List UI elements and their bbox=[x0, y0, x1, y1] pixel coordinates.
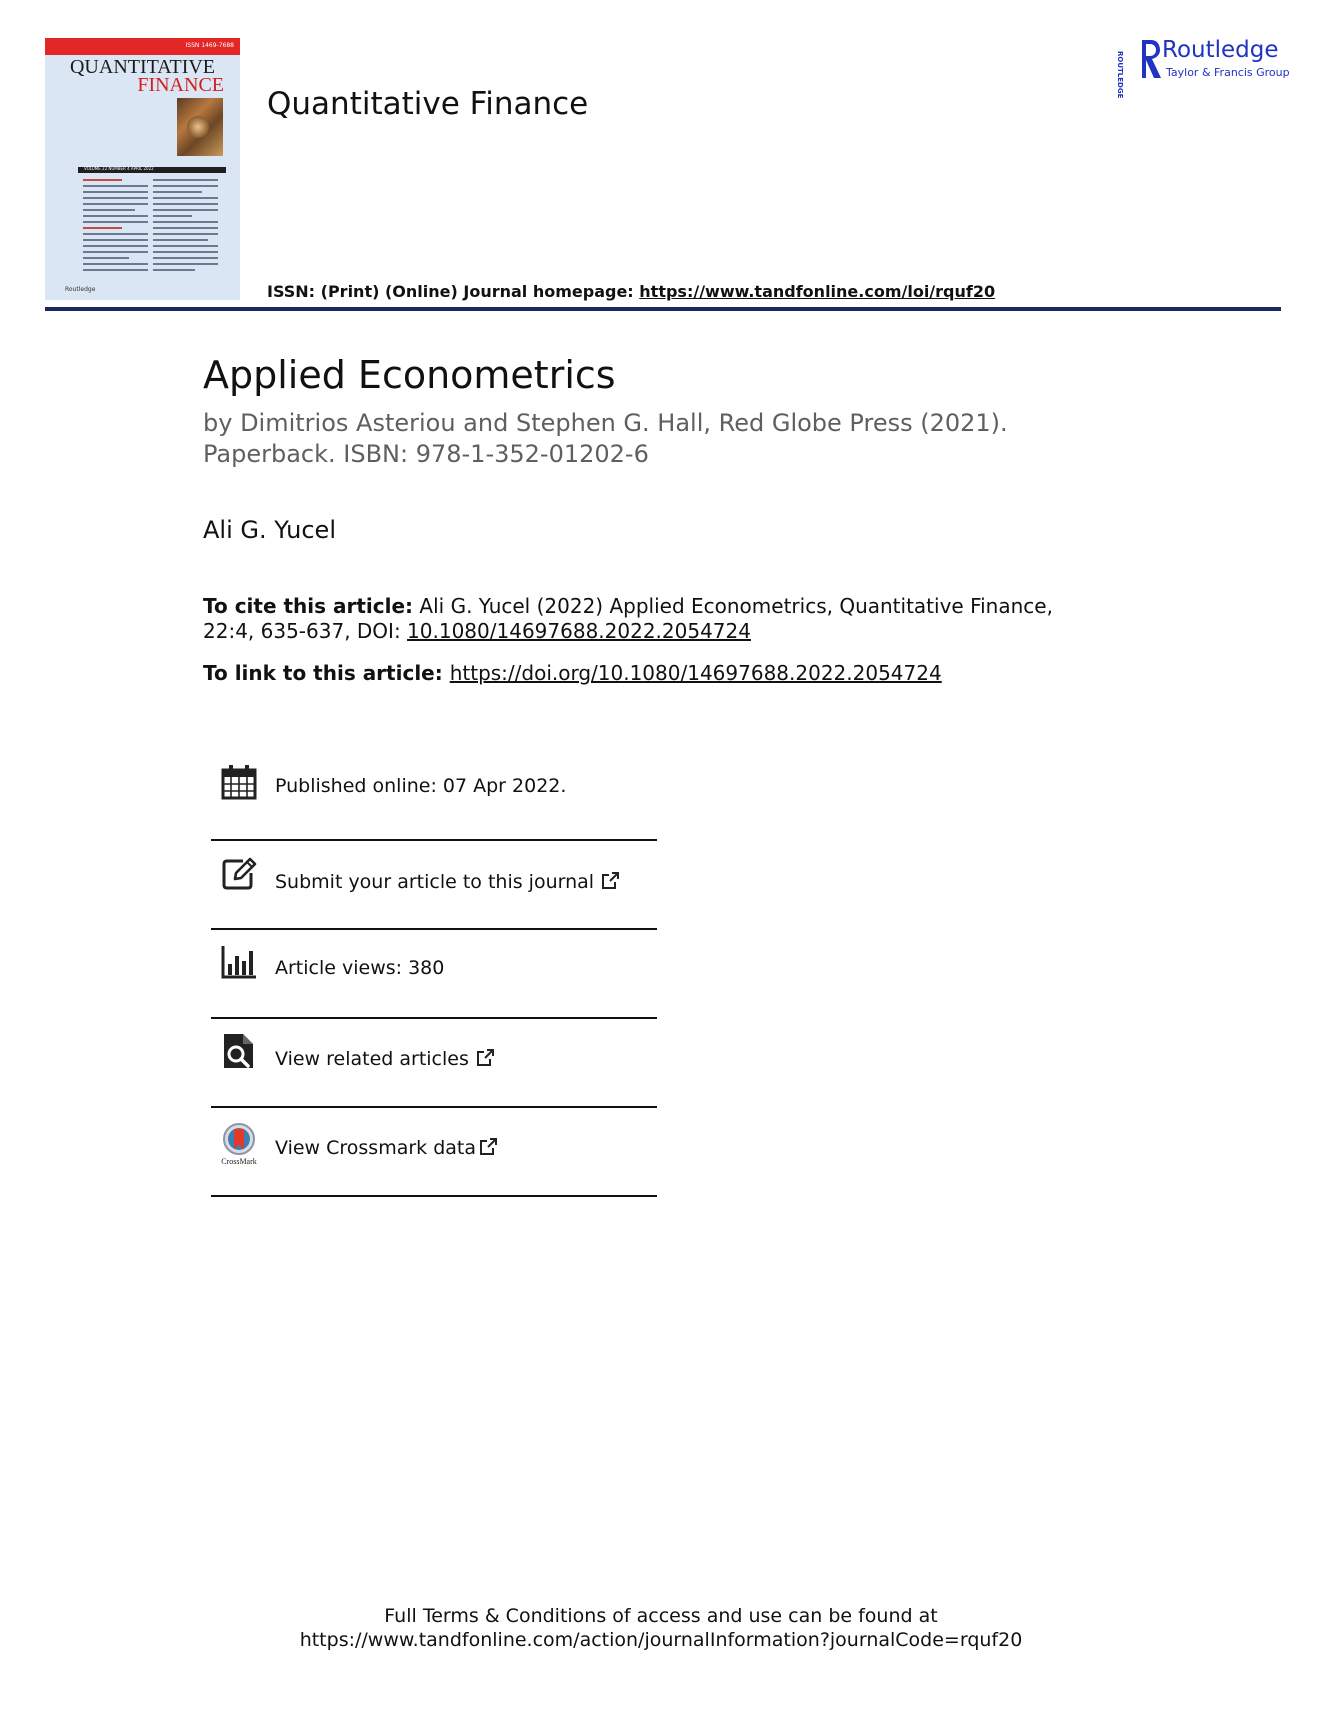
article-author: Ali G. Yucel bbox=[203, 516, 336, 544]
doi-link[interactable]: 10.1080/14697688.2022.2054724 bbox=[407, 619, 751, 643]
crossmark-logo-text: CrossMark bbox=[221, 1157, 257, 1166]
header-divider bbox=[45, 307, 1281, 311]
article-subtitle-line1: by Dimitrios Asteriou and Stephen G. Hal… bbox=[203, 409, 1008, 437]
related-articles-label: View related articles bbox=[275, 1048, 469, 1070]
terms-url[interactable]: https://www.tandfonline.com/action/journ… bbox=[0, 1628, 1322, 1652]
routledge-r-icon bbox=[1142, 40, 1161, 78]
article-views-text: Article views: 380 bbox=[275, 957, 445, 979]
citation-label: To cite this article: bbox=[203, 594, 414, 618]
related-articles-row[interactable]: View related articles bbox=[211, 1019, 657, 1108]
article-info-list: Published online: 07 Apr 2022. Submit yo… bbox=[211, 752, 657, 1197]
cover-issn: ISSN 1469-7688 bbox=[185, 42, 235, 49]
article-subtitle-line2: Paperback. ISBN: 978-1-352-01202-6 bbox=[203, 440, 649, 468]
cover-title-line2: FINANCE bbox=[137, 74, 224, 96]
terms-line1: Full Terms & Conditions of access and us… bbox=[384, 1605, 938, 1627]
article-subtitle: by Dimitrios Asteriou and Stephen G. Hal… bbox=[203, 408, 1083, 470]
cover-volume-text: VOLUME 22 NUMBER 4 APRIL 2022 bbox=[84, 166, 154, 171]
article-link-line: To link to this article: https://doi.org… bbox=[203, 661, 942, 685]
crossmark-row[interactable]: CrossMark View Crossmark data bbox=[211, 1108, 657, 1197]
cover-photo bbox=[177, 98, 223, 156]
article-link-label: To link to this article: bbox=[203, 661, 450, 685]
publisher-name: Routledge bbox=[1162, 37, 1279, 63]
crossmark-label: View Crossmark data bbox=[275, 1137, 477, 1159]
cover-toc-right bbox=[153, 179, 218, 275]
article-title: Applied Econometrics bbox=[203, 353, 616, 397]
external-link-icon bbox=[602, 872, 620, 889]
submit-article-row[interactable]: Submit your article to this journal bbox=[211, 841, 657, 930]
bar-chart-icon bbox=[221, 946, 256, 979]
routledge-logo: ROUTLEDGE Routledge Taylor & Francis Gro… bbox=[1116, 37, 1290, 98]
cover-toc-left bbox=[83, 179, 148, 275]
routledge-vertical-text: ROUTLEDGE bbox=[1116, 51, 1124, 99]
journal-homepage-link[interactable]: https://www.tandfonline.com/loi/rquf20 bbox=[639, 282, 995, 301]
publisher-group: Taylor & Francis Group bbox=[1166, 66, 1290, 79]
crossmark-link[interactable]: View Crossmark data bbox=[275, 1137, 498, 1159]
edit-icon bbox=[222, 857, 257, 890]
journal-cover-image: ISSN 1469-7688 QUANTITATIVE FINANCE VOLU… bbox=[45, 38, 240, 300]
issn-line: ISSN: (Print) (Online) Journal homepage:… bbox=[267, 282, 995, 301]
submit-article-label: Submit your article to this journal bbox=[275, 871, 595, 893]
terms-footer: Full Terms & Conditions of access and us… bbox=[0, 1604, 1322, 1652]
published-online-text: Published online: 07 Apr 2022. bbox=[275, 775, 567, 797]
journal-title: Quantitative Finance bbox=[267, 86, 589, 122]
related-articles-link[interactable]: View related articles bbox=[275, 1048, 495, 1070]
cover-volume-bar: VOLUME 22 NUMBER 4 APRIL 2022 bbox=[78, 166, 226, 173]
article-doi-url-link[interactable]: https://doi.org/10.1080/14697688.2022.20… bbox=[450, 661, 942, 685]
published-online-row: Published online: 07 Apr 2022. bbox=[211, 752, 657, 841]
document-search-icon bbox=[224, 1034, 253, 1068]
citation-block: To cite this article: Ali G. Yucel (2022… bbox=[203, 594, 1083, 644]
cover-publisher-mark: Routledge bbox=[65, 286, 96, 293]
external-link-icon bbox=[480, 1138, 498, 1155]
issn-label: ISSN: (Print) (Online) Journal homepage: bbox=[267, 282, 640, 301]
cover-top-bar: ISSN 1469-7688 bbox=[45, 38, 240, 55]
submit-article-link[interactable]: Submit your article to this journal bbox=[275, 871, 620, 893]
external-link-icon bbox=[476, 1049, 494, 1066]
article-views-row: Article views: 380 bbox=[211, 930, 657, 1019]
calendar-icon bbox=[221, 765, 257, 800]
crossmark-icon: CrossMark bbox=[221, 1123, 257, 1166]
